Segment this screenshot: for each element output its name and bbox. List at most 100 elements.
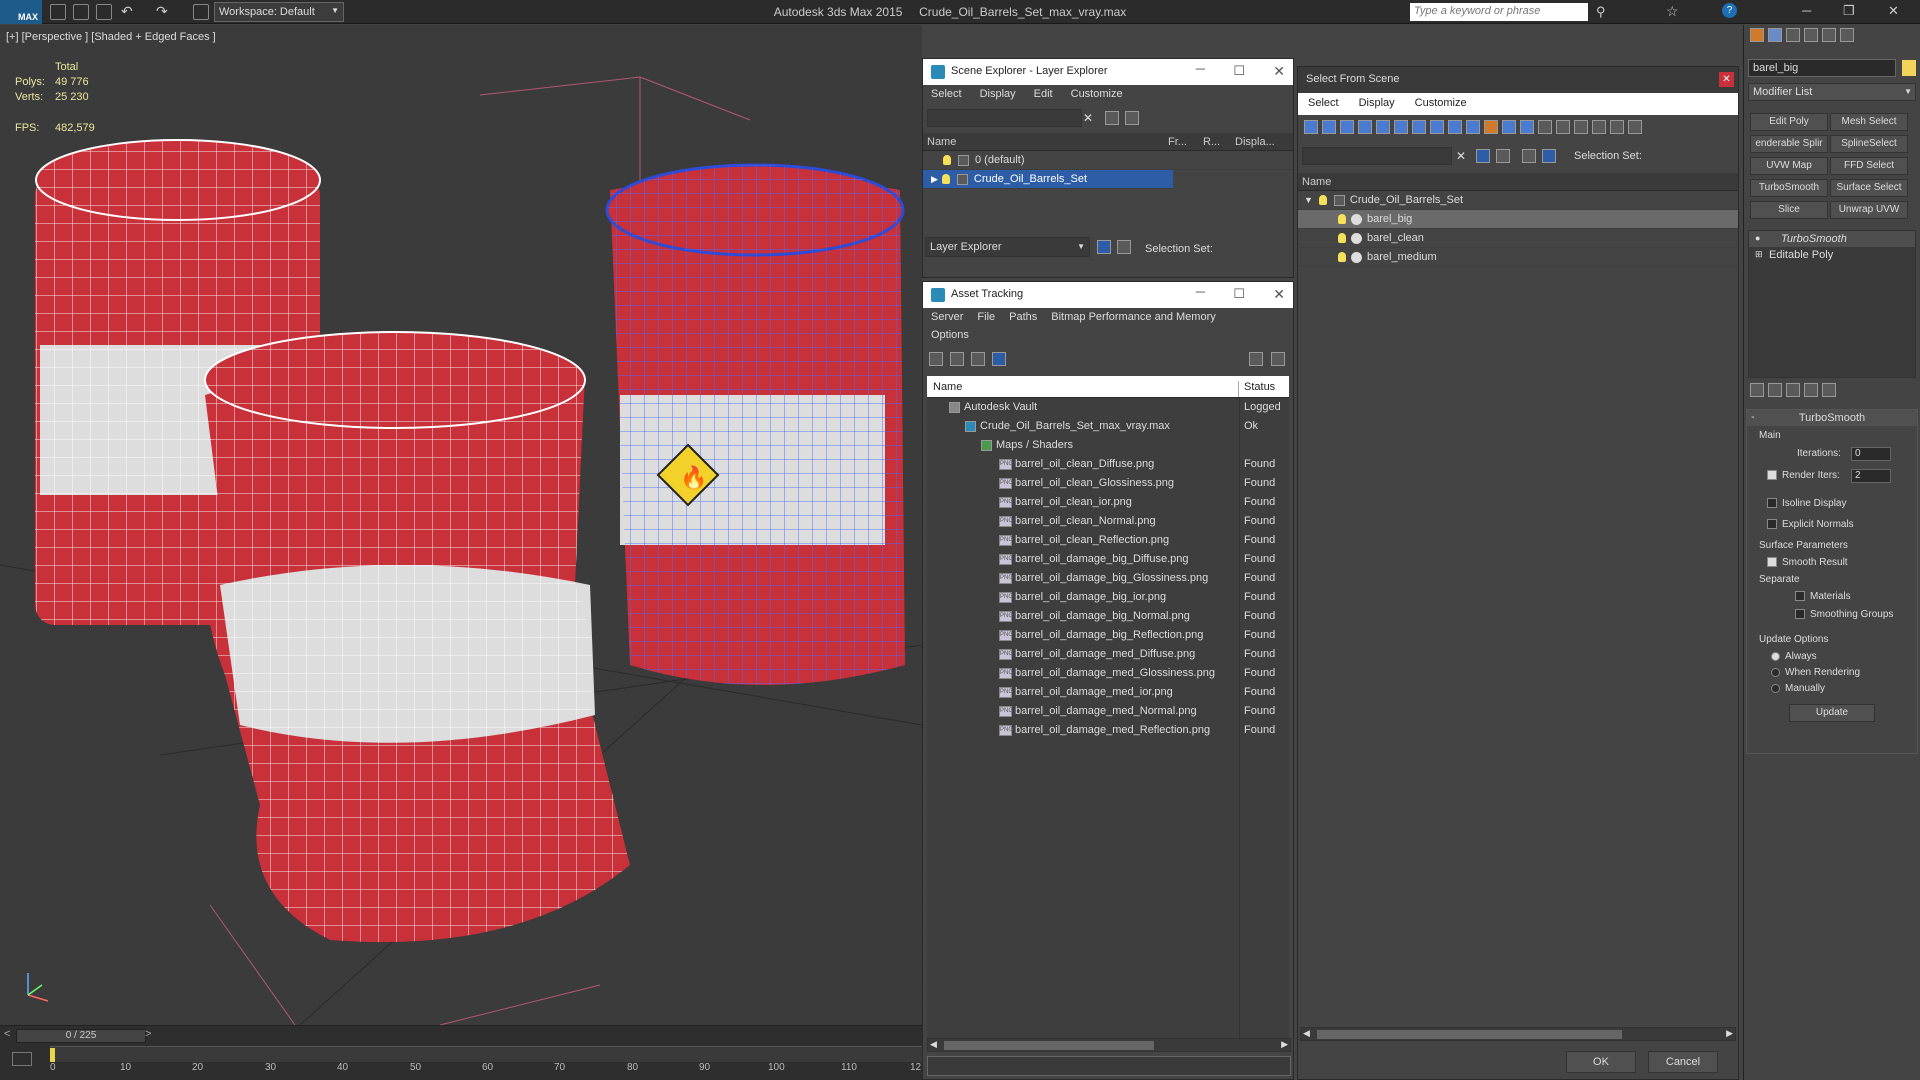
stack-item-turbosmooth[interactable]: ● TurboSmooth (1749, 231, 1915, 247)
redo-icon[interactable]: ↷ (156, 3, 168, 20)
asset-row[interactable]: PNG barrel_oil_damage_med_Reflection.png F… (927, 721, 1289, 740)
scroll-right-icon[interactable]: ▶ (1726, 1028, 1733, 1039)
menu-bitmap-performance[interactable]: Bitmap Performance and Memory (1051, 311, 1215, 325)
filter-containers-icon[interactable] (1466, 120, 1480, 134)
close-icon[interactable]: ✕ (1719, 72, 1734, 87)
utilities-tab-icon[interactable] (1840, 28, 1854, 42)
help-icon[interactable]: ? (1722, 3, 1737, 18)
scene-tree-row[interactable]: barel_medium (1298, 248, 1738, 267)
list-view-icon[interactable] (950, 352, 965, 366)
filter-lights-icon[interactable] (1340, 120, 1354, 134)
close-icon[interactable]: ✕ (1888, 3, 1899, 19)
filter-spacewarps-icon[interactable] (1394, 120, 1408, 134)
menu-customize[interactable]: Customize (1415, 97, 1467, 111)
col-display[interactable]: Displa... (1235, 136, 1290, 150)
scene-explorer-search-input[interactable] (927, 109, 1082, 127)
scroll-thumb[interactable] (1317, 1030, 1622, 1039)
select-all-icon[interactable] (1538, 120, 1552, 134)
asset-row[interactable]: PNG barrel_oil_damage_med_Glossiness.png F… (927, 664, 1289, 683)
motion-tab-icon[interactable] (1804, 28, 1818, 42)
render-iters-spinner[interactable]: 2 (1851, 469, 1891, 483)
filter-geometry-icon[interactable] (1304, 120, 1318, 134)
layer-add-icon[interactable] (1105, 111, 1119, 125)
clear-search-icon[interactable]: ✕ (1456, 149, 1466, 163)
asset-row[interactable]: PNG barrel_oil_clean_ior.png Found (927, 493, 1289, 512)
render-iters-row[interactable]: Render Iters: (1767, 470, 1840, 481)
menu-display[interactable]: Display (980, 88, 1016, 102)
clear-search-icon[interactable]: ✕ (1083, 111, 1093, 125)
col-status[interactable]: Status (1239, 381, 1275, 397)
asset-row[interactable]: Autodesk Vault Logged C (927, 398, 1289, 417)
scroll-left-icon[interactable]: ◀ (930, 1039, 937, 1050)
asset-row[interactable]: PNG barrel_oil_clean_Glossiness.png Found (927, 474, 1289, 493)
asset-row[interactable]: PNG barrel_oil_clean_Reflection.png Found (927, 531, 1289, 550)
maximize-icon[interactable]: ☐ (1233, 63, 1245, 79)
bulb-icon[interactable] (943, 155, 951, 165)
menu-paths[interactable]: Paths (1009, 311, 1037, 325)
uvw-map-button[interactable]: UVW Map (1750, 157, 1828, 175)
asset-tracking-titlebar[interactable]: Asset Tracking ─ ☐ ✕ (923, 282, 1293, 308)
project-folder-icon[interactable] (193, 4, 209, 20)
open-file-icon[interactable] (73, 4, 89, 20)
lightbulb-icon[interactable]: ● (1755, 233, 1760, 243)
scene-tree-row[interactable]: barel_clean (1298, 229, 1738, 248)
modify-tab-icon[interactable] (1768, 28, 1782, 42)
hierarchy-tab-icon[interactable] (1786, 28, 1800, 42)
filter-groups-icon[interactable] (1412, 120, 1426, 134)
filter-xrefs-icon[interactable] (1430, 120, 1444, 134)
bulb-icon[interactable] (1338, 233, 1346, 243)
asset-row[interactable]: Maps / Shaders (927, 436, 1289, 455)
next-frame-icon[interactable]: > (145, 1028, 151, 1040)
materials-checkbox[interactable] (1795, 591, 1805, 602)
surface-select-button[interactable]: Surface Select (1830, 179, 1908, 197)
col-render[interactable]: R... (1203, 136, 1235, 150)
filter-helpers-icon[interactable] (1376, 120, 1390, 134)
isoline-row[interactable]: Isoline Display (1767, 498, 1846, 509)
undo-icon[interactable]: ↶ (121, 3, 133, 20)
filter-hidden-icon[interactable] (1502, 120, 1516, 134)
layers-icon[interactable] (1522, 149, 1536, 163)
ok-button[interactable]: OK (1566, 1051, 1636, 1073)
save-file-icon[interactable] (96, 4, 112, 20)
filter-bones-icon[interactable] (1448, 120, 1462, 134)
create-tab-icon[interactable] (1750, 28, 1764, 42)
select-from-scene-titlebar[interactable]: Select From Scene ✕ (1298, 67, 1738, 93)
pin-stack-icon[interactable] (1750, 383, 1764, 397)
time-slider[interactable]: < 0 / 225 > 0 10 20 30 40 50 60 70 80 90… (0, 1025, 922, 1080)
asset-row[interactable]: PNG barrel_oil_damage_med_Normal.png Found (927, 702, 1289, 721)
smooth-result-row[interactable]: Smooth Result (1767, 557, 1848, 568)
close-icon[interactable]: ✕ (1273, 63, 1285, 80)
ffd-select-button[interactable]: FFD Select (1830, 157, 1908, 175)
when-rendering-row[interactable]: When Rendering (1771, 667, 1860, 678)
binoculars-icon[interactable]: ⚲ (1596, 4, 1606, 20)
options-icon[interactable] (1628, 120, 1642, 134)
select-invert-icon[interactable] (1574, 120, 1588, 134)
asset-row[interactable]: PNG barrel_oil_damage_big_Glossiness.png F… (927, 569, 1289, 588)
unwrap-uvw-button[interactable]: Unwrap UVW (1830, 201, 1908, 219)
hierarchy-filter-icon[interactable] (1610, 120, 1624, 134)
stack-item-editable-poly[interactable]: ⊞ Editable Poly (1749, 247, 1915, 263)
always-row[interactable]: Always (1771, 651, 1817, 662)
filter-cameras-icon[interactable] (1358, 120, 1372, 134)
col-asset-name[interactable]: Name (927, 381, 1239, 397)
rollout-header[interactable]: - TurboSmooth (1747, 410, 1917, 426)
scroll-thumb[interactable] (944, 1041, 1154, 1050)
asset-row[interactable]: Crude_Oil_Barrels_Set_max_vray.max Ok (927, 417, 1289, 436)
sync-selection-icon[interactable] (1496, 149, 1510, 163)
workspace-dropdown[interactable]: Workspace: Default ▼ (214, 2, 344, 22)
hierarchy-icon[interactable] (1117, 240, 1131, 254)
filter-all-icon[interactable] (1520, 120, 1534, 134)
expand-icon[interactable]: ▶ (931, 174, 938, 185)
key-mode-icon[interactable] (12, 1052, 32, 1066)
always-radio[interactable] (1771, 651, 1780, 661)
asset-row[interactable]: PNG barrel_oil_clean_Diffuse.png Found (927, 455, 1289, 474)
explicit-normals-checkbox[interactable] (1767, 519, 1777, 530)
asset-row[interactable]: PNG barrel_oil_damage_big_Diffuse.png Foun… (927, 550, 1289, 569)
layer-highlight-icon[interactable] (1125, 111, 1139, 125)
explorer-type-dropdown[interactable]: Layer Explorer ▼ (925, 237, 1090, 257)
turbosmooth-button[interactable]: TurboSmooth (1750, 179, 1828, 197)
materials-row[interactable]: Materials (1795, 591, 1851, 602)
menu-customize[interactable]: Customize (1071, 88, 1123, 102)
bulb-icon[interactable] (941, 174, 950, 184)
scroll-right-icon[interactable]: ▶ (1281, 1039, 1288, 1050)
